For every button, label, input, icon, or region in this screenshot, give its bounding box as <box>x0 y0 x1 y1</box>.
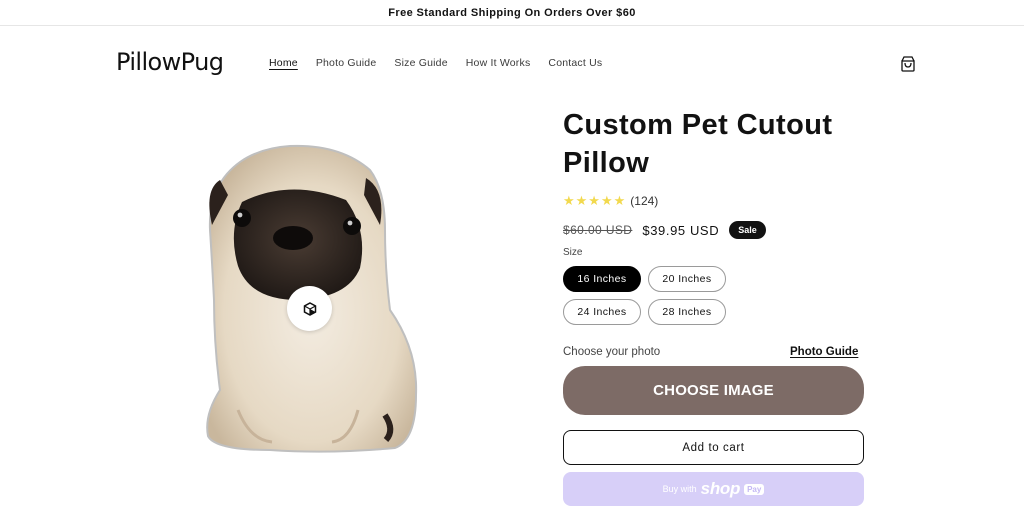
cart-icon[interactable] <box>899 55 917 73</box>
product-title: Custom Pet Cutout Pillow <box>563 109 833 179</box>
size-option-16[interactable]: 16 Inches <box>563 266 641 292</box>
size-label: Size <box>563 247 583 258</box>
sale-badge: Sale <box>729 221 766 239</box>
product-rating[interactable]: ★★★★★ (124) <box>563 193 658 209</box>
nav-photo-guide[interactable]: Photo Guide <box>316 57 377 69</box>
add-to-cart-button[interactable]: Add to cart <box>563 430 864 465</box>
photo-guide-link[interactable]: Photo Guide <box>790 346 858 358</box>
choose-image-button[interactable]: CHOOSE IMAGE <box>563 366 864 415</box>
choose-photo-label: Choose your photo <box>563 346 661 358</box>
buy-with-label: Buy with <box>662 484 697 494</box>
rating-stars-icon: ★★★★★ <box>563 193 627 208</box>
main-nav: Home Photo Guide Size Guide How It Works… <box>269 57 602 69</box>
site-logo[interactable]: PillowPug <box>116 48 224 76</box>
announcement-text: Free Standard Shipping On Orders Over $6… <box>388 6 636 19</box>
nav-contact-us[interactable]: Contact Us <box>548 57 602 69</box>
price-block: $60.00 USD $39.95 USD Sale <box>563 221 766 239</box>
nav-home[interactable]: Home <box>269 57 298 69</box>
sale-price: $39.95 USD <box>642 222 720 238</box>
shop-logo: shop <box>700 479 741 498</box>
nav-size-guide[interactable]: Size Guide <box>394 57 447 69</box>
site-header: PillowPug Home Photo Guide Size Guide Ho… <box>0 26 1024 100</box>
3d-view-icon <box>303 301 316 316</box>
shop-pay-button[interactable]: Buy with shop Pay <box>563 472 864 506</box>
review-count: (124) <box>630 194 659 208</box>
size-option-24[interactable]: 24 Inches <box>563 299 641 325</box>
compare-price: $60.00 USD <box>563 223 633 237</box>
view-in-3d-button[interactable] <box>287 286 332 331</box>
announcement-bar: Free Standard Shipping On Orders Over $6… <box>0 0 1024 26</box>
size-option-28[interactable]: 28 Inches <box>648 299 726 325</box>
nav-how-it-works[interactable]: How It Works <box>466 57 531 69</box>
pay-logo: Pay <box>744 483 765 495</box>
size-option-20[interactable]: 20 Inches <box>648 266 726 292</box>
